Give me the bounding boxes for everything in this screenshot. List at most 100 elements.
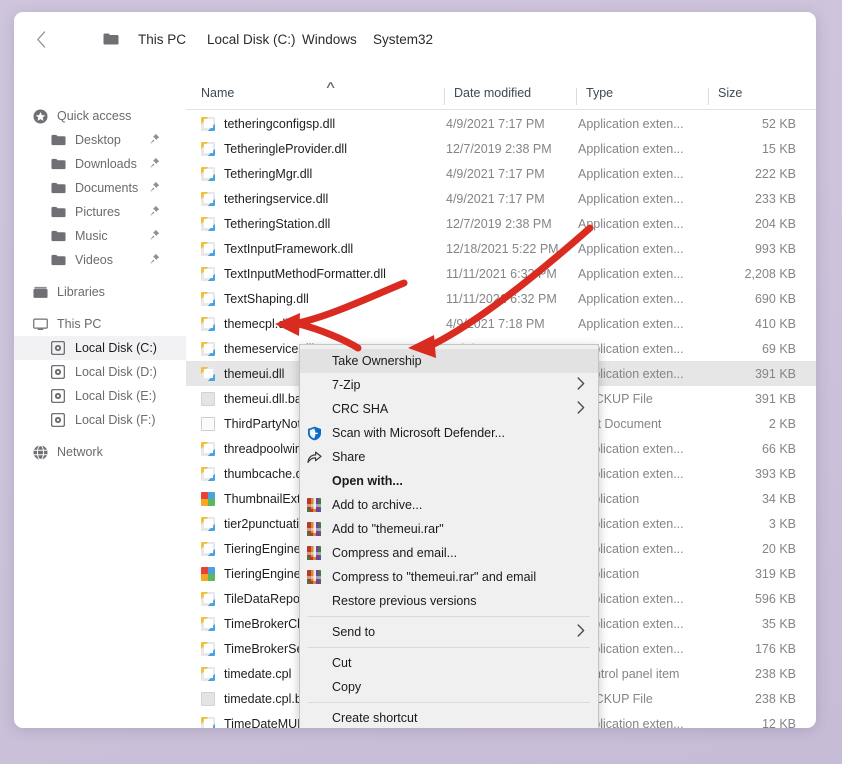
file-row[interactable]: tetheringconfigsp.dll 4/9/2021 7:17 PM App…	[186, 111, 816, 136]
sidebar-item-label: Quick access	[57, 109, 132, 123]
file-type: Application exten...	[578, 191, 684, 206]
file-type: Application exten...	[578, 216, 684, 231]
navigation-sidebar: Quick access Desktop Downloads Documents Pic…	[14, 98, 186, 728]
sidebar-item-label: Libraries	[57, 285, 105, 299]
dll-file-icon	[201, 591, 215, 606]
menu-separator	[308, 616, 590, 617]
file-type: Application exten...	[578, 116, 684, 131]
dll-file-icon	[201, 291, 215, 306]
file-name: TetheringleProvider.dll	[224, 141, 347, 156]
column-divider[interactable]	[576, 88, 577, 105]
sidebar-item-documents[interactable]: Documents	[14, 176, 186, 200]
pin-icon[interactable]	[149, 181, 160, 194]
context-menu[interactable]: Take Ownership 7-Zip CRC SHA Scan with Micr…	[299, 344, 599, 728]
sidebar-item-local-disk-d[interactable]: Local Disk (D:)	[14, 360, 186, 384]
breadcrumb-item-this-pc[interactable]: This PC	[138, 32, 186, 47]
file-type: Application exten...	[578, 166, 684, 181]
control-panel-file-icon	[201, 666, 215, 681]
menu-item-open-with[interactable]: Open with...	[300, 469, 598, 493]
file-size: 176 KB	[754, 641, 796, 656]
sidebar-item-downloads[interactable]: Downloads	[14, 152, 186, 176]
sidebar-item-local-disk-f[interactable]: Local Disk (F:)	[14, 408, 186, 432]
sidebar-item-music[interactable]: Music	[14, 224, 186, 248]
back-button[interactable]	[28, 26, 54, 52]
pin-icon[interactable]	[149, 157, 160, 170]
file-row[interactable]: TextInputFramework.dll 12/18/2021 5:22 PM…	[186, 236, 816, 261]
pin-icon[interactable]	[149, 229, 160, 242]
file-size: 34 KB	[761, 491, 796, 506]
sidebar-item-pictures[interactable]: Pictures	[14, 200, 186, 224]
sidebar-item-quick-access[interactable]: Quick access	[14, 104, 186, 128]
file-explorer-window: This PC Local Disk (C:) Windows System32…	[14, 12, 816, 728]
menu-item-add-to-archive[interactable]: Add to archive...	[300, 493, 598, 517]
sidebar-item-local-disk-c[interactable]: Local Disk (C:)	[14, 336, 186, 360]
column-header-type[interactable]: Type	[586, 86, 613, 100]
sidebar-item-desktop[interactable]: Desktop	[14, 128, 186, 152]
file-size: 238 KB	[754, 666, 796, 681]
sidebar-item-network[interactable]: Network	[14, 440, 186, 464]
file-row[interactable]: TextShaping.dll 11/11/2021 6:32 PM Applica…	[186, 286, 816, 311]
menu-item-take-ownership[interactable]: Take Ownership	[300, 349, 598, 373]
winrar-icon	[306, 569, 322, 585]
sidebar-item-videos[interactable]: Videos	[14, 248, 186, 272]
menu-item-copy[interactable]: Copy	[300, 675, 598, 699]
file-row[interactable]: TetheringleProvider.dll 12/7/2019 2:38 PM…	[186, 136, 816, 161]
pin-icon[interactable]	[149, 133, 160, 146]
menu-item-label: Share	[332, 450, 366, 464]
menu-item-send-to[interactable]: Send to	[300, 620, 598, 644]
column-header-size[interactable]: Size	[718, 86, 742, 100]
menu-item-compress-to-themeui-rar-and-email[interactable]: Compress to "themeui.rar" and email	[300, 565, 598, 589]
pin-icon[interactable]	[149, 205, 160, 218]
sidebar-item-label: Local Disk (D:)	[75, 365, 157, 379]
file-type: Application exten...	[578, 316, 684, 331]
sidebar-item-label: This PC	[57, 317, 102, 331]
file-date-modified: 4/9/2021 7:17 PM	[446, 166, 545, 181]
file-name: TetheringMgr.dll	[224, 166, 313, 181]
sidebar-item-local-disk-e[interactable]: Local Disk (E:)	[14, 384, 186, 408]
sidebar-item-label: Local Disk (C:)	[75, 341, 157, 355]
menu-item-add-to-themeui-rar[interactable]: Add to "themeui.rar"	[300, 517, 598, 541]
sidebar-item-libraries[interactable]: Libraries	[14, 280, 186, 304]
menu-item-label: Cut	[332, 656, 352, 670]
column-divider[interactable]	[708, 88, 709, 105]
file-size: 52 KB	[761, 116, 796, 131]
menu-item-7-zip[interactable]: 7-Zip	[300, 373, 598, 397]
folder-icon	[50, 180, 66, 196]
menu-item-scan-with-microsoft-defender[interactable]: Scan with Microsoft Defender...	[300, 421, 598, 445]
file-size: 20 KB	[761, 541, 796, 556]
menu-item-compress-and-email[interactable]: Compress and email...	[300, 541, 598, 565]
chevron-right-icon	[577, 377, 585, 394]
drive-icon	[50, 388, 66, 404]
drive-icon	[50, 412, 66, 428]
file-size: 393 KB	[754, 466, 796, 481]
file-row[interactable]: TetheringMgr.dll 4/9/2021 7:17 PM Applicat…	[186, 161, 816, 186]
file-row[interactable]: tetheringservice.dll 4/9/2021 7:17 PM Appl…	[186, 186, 816, 211]
folder-icon	[50, 204, 66, 220]
chevron-left-icon	[36, 30, 45, 48]
menu-item-cut[interactable]: Cut	[300, 651, 598, 675]
column-header-date-modified[interactable]: Date modified	[454, 86, 531, 100]
file-row[interactable]: TetheringStation.dll 12/7/2019 2:38 PM App…	[186, 211, 816, 236]
desktop-background: This PC Local Disk (C:) Windows System32…	[0, 0, 842, 764]
column-divider[interactable]	[444, 88, 445, 105]
file-row[interactable]: TextInputMethodFormatter.dll 11/11/2021 6…	[186, 261, 816, 286]
column-header-name[interactable]: Name	[201, 86, 234, 100]
breadcrumb-item-windows[interactable]: Windows	[302, 32, 357, 47]
pin-icon[interactable]	[149, 253, 160, 266]
monitor-icon	[32, 316, 48, 332]
menu-item-restore-previous-versions[interactable]: Restore previous versions	[300, 589, 598, 613]
breadcrumb-item-system32[interactable]: System32	[373, 32, 433, 47]
menu-item-share[interactable]: Share	[300, 445, 598, 469]
file-size: 2,208 KB	[744, 266, 796, 281]
menu-item-create-shortcut[interactable]: Create shortcut	[300, 706, 598, 728]
menu-item-crc-sha[interactable]: CRC SHA	[300, 397, 598, 421]
application-file-icon	[201, 491, 215, 506]
file-date-modified: 12/18/2021 5:22 PM	[446, 241, 559, 256]
file-date-modified: 12/7/2019 2:38 PM	[446, 216, 552, 231]
menu-item-icon-placeholder	[306, 377, 322, 393]
breadcrumb-item-local-disk-c[interactable]: Local Disk (C:)	[207, 32, 296, 47]
file-row[interactable]: themecpl.dll 4/9/2021 7:18 PM Application …	[186, 311, 816, 336]
sidebar-item-this-pc[interactable]: This PC	[14, 312, 186, 336]
menu-item-icon-placeholder	[306, 679, 322, 695]
